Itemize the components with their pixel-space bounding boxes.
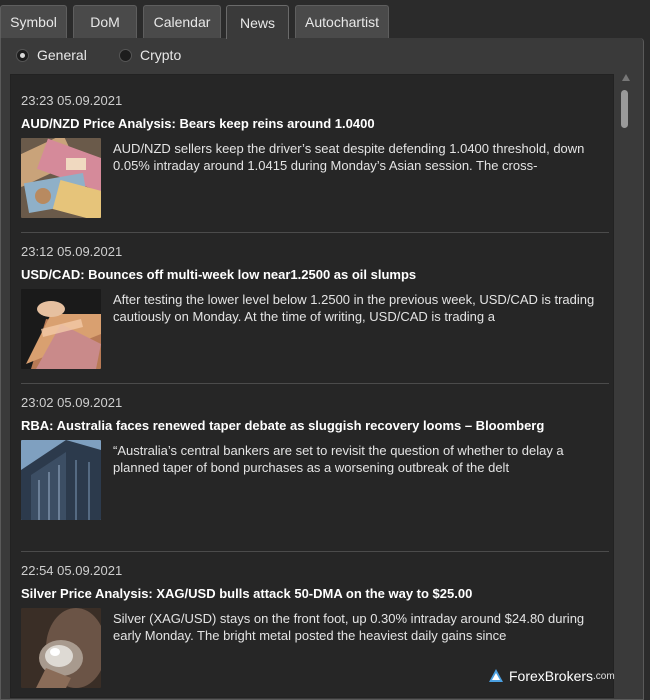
news-title[interactable]: Silver Price Analysis: XAG/USD bulls att…: [21, 586, 609, 602]
radio-unselected-icon: [119, 48, 132, 62]
news-divider: [21, 383, 609, 384]
news-divider: [21, 232, 609, 233]
tab-symbol[interactable]: Symbol: [0, 5, 67, 38]
news-timestamp: 23:02 05.09.2021: [21, 395, 123, 410]
tab-bar: Symbol DoM Calendar News Autochartist: [0, 0, 650, 39]
tab-label: Calendar: [153, 14, 211, 30]
news-timestamp: 23:23 05.09.2021: [21, 93, 123, 108]
scrollbar-thumb[interactable]: [621, 90, 628, 128]
tab-label: Symbol: [10, 14, 57, 30]
tab-autochartist[interactable]: Autochartist: [295, 5, 389, 38]
news-scrollbar[interactable]: [618, 74, 634, 698]
news-timestamp: 23:12 05.09.2021: [21, 244, 123, 259]
news-summary: After testing the lower level below 1.25…: [113, 292, 595, 324]
news-summary: AUD/NZD sellers keep the driver’s seat d…: [113, 141, 585, 173]
news-panel: General Crypto 23:23 05.09.2021 AUD/NZD …: [0, 38, 644, 700]
news-item[interactable]: 23:02 05.09.2021 RBA: Australia faces re…: [21, 395, 609, 520]
news-title[interactable]: RBA: Australia faces renewed taper debat…: [21, 418, 609, 434]
watermark-brand: ForexBrokers: [509, 668, 594, 684]
silver-nugget-image: [21, 608, 101, 688]
bank-building-image: [21, 440, 101, 520]
tab-dom[interactable]: DoM: [73, 5, 137, 38]
watermark: ForexBrokers .com: [488, 668, 615, 684]
tab-news[interactable]: News: [226, 5, 289, 39]
news-timestamp: 22:54 05.09.2021: [21, 563, 123, 578]
forexbrokers-logo-icon: [489, 669, 503, 682]
news-title[interactable]: USD/CAD: Bounces off multi-week low near…: [21, 267, 609, 283]
news-divider: [21, 551, 609, 552]
news-filter: General Crypto: [1, 38, 643, 74]
watermark-suffix: .com: [593, 670, 615, 682]
filter-general-radio[interactable]: General: [16, 47, 87, 63]
cash-fan-image: [21, 289, 101, 369]
filter-label: General: [37, 47, 87, 63]
tab-label: News: [239, 14, 275, 31]
news-title[interactable]: AUD/NZD Price Analysis: Bears keep reins…: [21, 116, 609, 132]
filter-label: Crypto: [140, 47, 182, 63]
filter-crypto-radio[interactable]: Crypto: [119, 47, 181, 63]
news-item[interactable]: 23:12 05.09.2021 USD/CAD: Bounces off mu…: [21, 244, 609, 369]
tab-label: DoM: [90, 14, 120, 30]
tab-calendar[interactable]: Calendar: [143, 5, 221, 38]
news-item[interactable]: 23:23 05.09.2021 AUD/NZD Price Analysis:…: [21, 93, 609, 218]
scroll-up-arrow-icon[interactable]: [622, 74, 630, 81]
news-list[interactable]: 23:23 05.09.2021 AUD/NZD Price Analysis:…: [10, 74, 614, 698]
news-summary: “Australia’s central bankers are set to …: [113, 443, 564, 475]
tab-label: Autochartist: [305, 14, 379, 30]
radio-selected-icon: [16, 48, 29, 62]
banknotes-image: [21, 138, 101, 218]
